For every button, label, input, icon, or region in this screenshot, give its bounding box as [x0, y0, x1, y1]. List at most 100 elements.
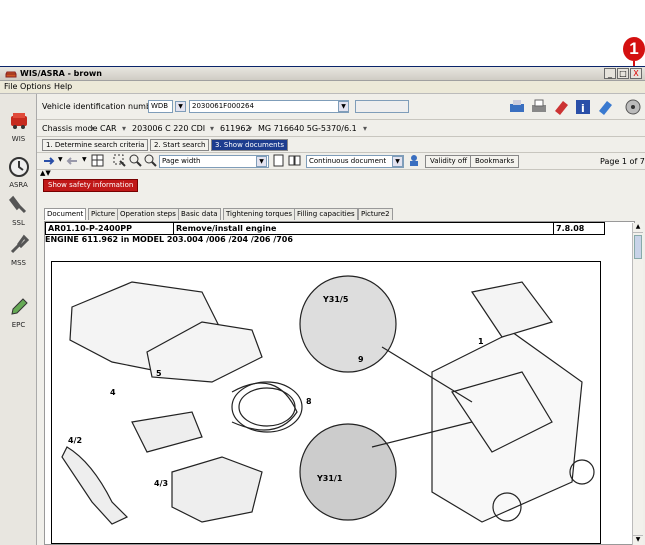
sidebar-item-label: ASRA	[9, 181, 28, 189]
printer-icon[interactable]	[530, 98, 548, 116]
close-button[interactable]: X	[630, 68, 642, 79]
document-scrollbar[interactable]: ▲ ▼	[632, 223, 643, 545]
settings-disc-icon[interactable]	[624, 98, 642, 116]
safety-info-button[interactable]: Show safety information	[43, 179, 139, 192]
two-page-icon[interactable]	[288, 154, 301, 167]
menu-bar: File Options Help	[0, 81, 645, 94]
figure-label-4: 4	[110, 388, 116, 397]
arrow-right-icon[interactable]	[42, 154, 56, 168]
figure-label-5: 5	[156, 369, 162, 378]
tab-operation-steps[interactable]: Operation steps	[117, 208, 179, 220]
menu-options[interactable]: Options	[20, 82, 51, 91]
sidebar-item-wis[interactable]: WIS	[2, 110, 35, 143]
menu-file[interactable]: File	[4, 82, 17, 91]
document-view: AR01.10-P-2400PP Remove/install engine 7…	[44, 221, 635, 545]
page-indicator: Page 1 of 7	[600, 157, 645, 166]
callout-number: 1	[623, 37, 645, 61]
figure-label-8: 8	[306, 397, 312, 406]
document-toolbar: ▼ ▼ Page width ▼ Continuous document ▼ V…	[37, 153, 645, 170]
zoom-in-icon[interactable]	[129, 154, 142, 167]
tab-filling-capacities[interactable]: Filling capacities	[294, 208, 358, 220]
validity-button[interactable]: Validity off	[425, 155, 473, 168]
select-tool-icon[interactable]	[113, 154, 127, 168]
figure-label-y31-5: Y31/5	[322, 295, 349, 304]
tab-picture2[interactable]: Picture2	[358, 208, 393, 220]
book-icon[interactable]	[596, 98, 614, 116]
figure-label-9: 9	[358, 355, 364, 364]
maximize-button[interactable]: □	[617, 68, 629, 79]
clock-icon	[8, 157, 29, 177]
title-bar: WIS/ASRA - brown _ □ X	[0, 67, 645, 81]
chassis-transmission[interactable]: MG 716640 5G-5370/6.1	[258, 124, 357, 133]
document-tabs: Document Picture Operation steps Basic d…	[44, 208, 635, 221]
grid-icon[interactable]	[91, 154, 104, 167]
svg-text:i: i	[581, 102, 585, 115]
tab-basic-data[interactable]: Basic data	[178, 208, 221, 220]
tab-tightening-torques[interactable]: Tightening torques	[223, 208, 296, 220]
tab-document[interactable]: Document	[44, 208, 87, 220]
sidebar-item-epc[interactable]: EPC	[2, 296, 35, 329]
single-page-icon[interactable]	[272, 154, 285, 167]
sidebar-item-ssl[interactable]: SSL	[2, 194, 35, 227]
document-header: AR01.10-P-2400PP Remove/install engine 7…	[45, 222, 605, 235]
engine-diagram: 1 4 5 4/2 4/3 8 9 Y31/5 Y31/1	[61, 275, 595, 525]
sidebar-item-label: MSS	[11, 259, 26, 267]
sidebar-item-label: WIS	[11, 135, 26, 143]
menu-help[interactable]: Help	[54, 82, 72, 91]
sidebar-item-label: SSL	[12, 219, 25, 227]
sidebar-item-mss[interactable]: MSS	[2, 234, 35, 267]
vin-extra-field[interactable]	[355, 100, 409, 113]
chassis-type[interactable]: CAR	[100, 124, 117, 133]
tab-search-criteria[interactable]: 1. Determine search criteria	[42, 139, 149, 151]
chevron-down-icon[interactable]: ▼	[58, 156, 63, 163]
zoom-out-icon[interactable]	[144, 154, 157, 167]
user-icon[interactable]	[408, 154, 421, 167]
scroll-up-icon[interactable]: ▲	[633, 223, 643, 233]
main-panel: Vehicle identification number WDB ▼ 2030…	[37, 94, 645, 545]
chevron-down-icon: ▾	[90, 124, 95, 133]
chevron-down-icon: ▾	[122, 124, 127, 133]
chevron-down-icon: ▾	[210, 124, 215, 133]
minimize-button[interactable]: _	[604, 68, 616, 79]
chevron-down-icon[interactable]: ▼	[256, 156, 267, 167]
collapse-arrows[interactable]: ▲▼	[40, 169, 51, 177]
vin-prefix-field[interactable]: WDB	[148, 100, 173, 113]
chevron-down-icon[interactable]: ▼	[82, 156, 87, 163]
figure-label-4-3: 4/3	[154, 479, 168, 488]
chevron-down-icon[interactable]: ▼	[392, 156, 403, 167]
tab-start-search[interactable]: 2. Start search	[150, 139, 210, 151]
document-code: AR01.10-P-2400PP	[46, 223, 174, 235]
sidebar-item-asra[interactable]: ASRA	[2, 156, 35, 189]
chassis-model[interactable]: 203006 C 220 CDI	[132, 124, 205, 133]
steps-row: 1. Determine search criteria 2. Start se…	[37, 137, 645, 153]
application-window: WIS/ASRA - brown _ □ X File Options Help…	[0, 66, 645, 545]
window-title: WIS/ASRA - brown	[20, 69, 102, 78]
document-date: 7.8.08	[556, 224, 585, 233]
bookmarks-button[interactable]: Bookmarks	[470, 155, 520, 168]
figure-label-1: 1	[478, 337, 484, 346]
zoom-select[interactable]: Page width	[159, 155, 269, 168]
app-icon	[5, 71, 17, 78]
tab-picture[interactable]: Picture	[88, 208, 119, 220]
vehicle-print-icon[interactable]	[508, 98, 526, 116]
eraser-icon[interactable]	[552, 98, 570, 116]
scrollbar-thumb[interactable]	[634, 235, 642, 259]
engine-model-line: ENGINE 611.962 in MODEL 203.004 /006 /20…	[45, 235, 293, 244]
vin-label: Vehicle identification number	[42, 102, 160, 111]
document-title: Remove/install engine	[174, 223, 554, 235]
wrench-icon	[10, 234, 29, 254]
arrow-left-icon[interactable]	[65, 154, 79, 168]
car-icon	[10, 113, 27, 129]
chevron-down-icon[interactable]: ▼	[338, 101, 349, 112]
figure-label-y31-1: Y31/1	[316, 474, 343, 483]
chevron-down-icon[interactable]: ▼	[175, 101, 186, 112]
chevron-down-icon: ▾	[248, 124, 253, 133]
view-mode-select[interactable]: Continuous document	[306, 155, 404, 168]
tab-show-documents[interactable]: 3. Show documents	[211, 139, 288, 151]
vin-row: Vehicle identification number WDB ▼ 2030…	[37, 94, 645, 120]
chevron-down-icon: ▾	[363, 124, 368, 133]
info-icon[interactable]: i	[574, 98, 592, 116]
wrench-icon	[8, 195, 26, 214]
chassis-engine[interactable]: 611962	[220, 124, 251, 133]
vin-number-field[interactable]: 2030061F000264	[189, 100, 349, 113]
